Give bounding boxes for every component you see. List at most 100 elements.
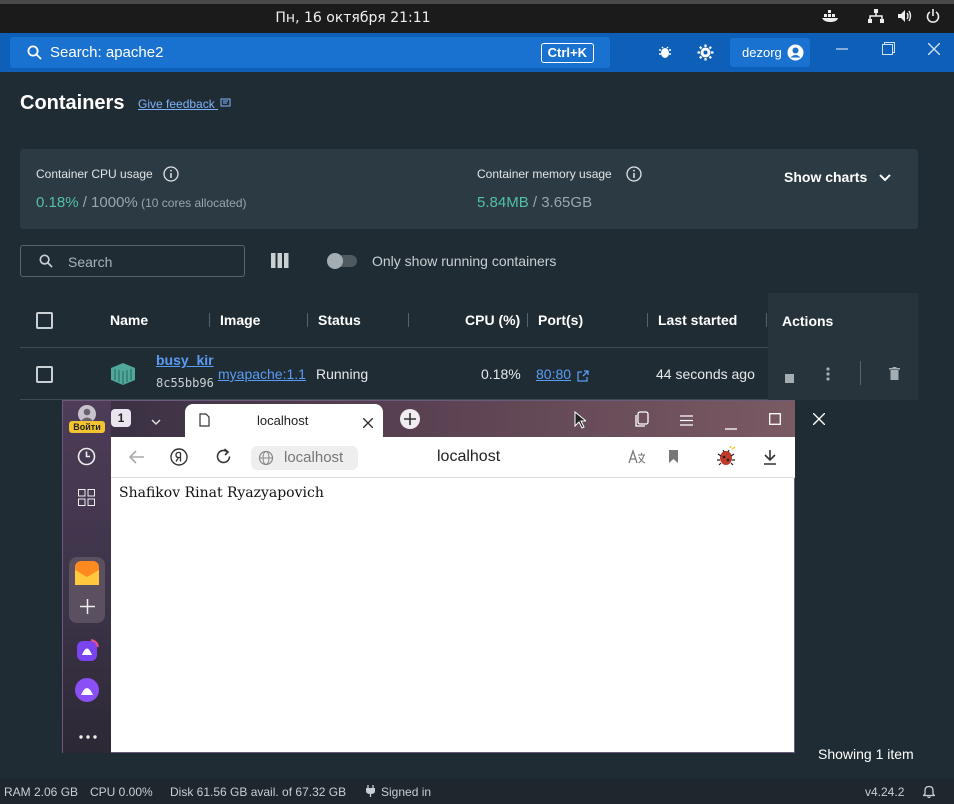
app-header: Search: apache2 Ctrl+K dezorg [0,33,954,72]
alice-assistant-icon[interactable] [74,677,100,708]
history-clock-icon[interactable] [77,447,96,471]
close-tab-icon[interactable] [362,415,374,433]
add-panel-icon[interactable] [80,599,95,619]
running-only-toggle[interactable] [327,253,357,269]
browser-minimize-icon[interactable] [725,417,737,435]
more-options-icon[interactable] [826,367,830,386]
bug-icon[interactable] [657,44,673,65]
apps-grid-icon[interactable] [78,489,95,511]
cpu-info-icon[interactable] [163,166,179,187]
translate-icon[interactable] [628,448,646,470]
new-tab-icon[interactable] [399,408,421,435]
column-divider [209,313,210,327]
column-header-last-started[interactable]: Last started [658,312,737,328]
stop-icon[interactable] [785,370,794,388]
last-started-value: 44 seconds ago [656,366,755,382]
table-header: Name Image Status CPU (%) Port(s) Last s… [20,293,918,348]
column-header-image[interactable]: Image [220,312,260,328]
memory-info-icon[interactable] [626,166,642,187]
tab-title: localhost [257,413,309,428]
address-page-title[interactable]: localhost [437,448,500,466]
give-feedback-link[interactable]: Give feedback [138,97,232,111]
power-icon[interactable] [926,9,940,26]
search-icon [39,254,53,273]
container-icon [110,362,136,391]
column-header-ports[interactable]: Port(s) [538,312,583,328]
reload-icon[interactable] [215,448,232,470]
select-all-checkbox[interactable] [36,312,53,329]
mail-app-icon[interactable] [75,561,99,590]
tab-localhost[interactable]: localhost [185,404,383,437]
plug-icon [366,785,375,800]
feedback-icon [220,98,231,107]
delete-trash-icon[interactable] [889,367,900,385]
browser-address-bar[interactable]: localhost localhost [111,437,795,478]
notification-bell-icon[interactable] [921,785,937,801]
image-link[interactable]: myapache:1.1 [218,366,306,382]
column-header-name[interactable]: Name [110,312,148,328]
account-avatar-icon [787,44,804,64]
tab-list-chevron-icon[interactable] [151,413,161,431]
site-host-pill[interactable]: localhost [251,446,358,470]
close-window-button[interactable] [927,42,941,60]
bookmark-icon[interactable] [668,449,679,469]
browser-window[interactable]: Войти 1 localhost localhost localhost Sh… [62,400,826,753]
ram-status: RAM 2.06 GB [4,785,79,799]
volume-icon[interactable] [897,9,913,26]
search-label: Search: apache2 [50,44,164,61]
yandex-home-icon[interactable] [170,448,188,471]
memory-usage-value: 5.84MB / 3.65GB [477,194,592,211]
show-charts-label: Show charts [784,169,868,185]
more-dots-icon[interactable] [79,726,97,744]
cpu-value: 0.18% [481,366,521,382]
external-link-icon[interactable] [577,369,589,387]
usage-stats-panel: Container CPU usage 0.18% / 1000% (10 co… [20,149,918,229]
login-badge[interactable]: Войти [69,421,105,433]
tab-count-badge[interactable]: 1 [111,409,131,427]
column-header-cpu[interactable]: CPU (%) [465,312,520,328]
show-charts-button[interactable]: Show charts [784,169,891,185]
cpu-usage-total: / 1000% [78,194,138,211]
global-search[interactable]: Search: apache2 Ctrl+K [10,37,610,68]
disk-status: Disk 61.56 GB avail. of 67.32 GB [170,785,347,799]
docker-tray-icon[interactable] [822,9,840,26]
web-page-content: Shafikov Rinat Ryazyapovich [119,485,324,501]
globe-icon [258,450,274,470]
collections-icon[interactable] [635,411,649,432]
toggle-knob [327,253,343,269]
column-divider [307,313,308,327]
port-link[interactable]: 80:80 [536,366,571,382]
container-search-input[interactable]: Search [20,245,245,277]
cpu-status: CPU 0.00% [90,785,153,799]
menu-hamburger-icon[interactable] [680,413,693,431]
page-title: Containers [20,92,125,114]
download-icon[interactable] [763,449,777,470]
shortcut-badge: Ctrl+K [540,43,594,63]
alice-app-icon[interactable] [75,639,99,668]
system-clock[interactable]: Пн, 16 октября 21:11 [0,10,706,26]
site-host: localhost [284,449,344,466]
status-text: Running [316,366,369,382]
table-row[interactable]: busy_kir 8c55bb96 myapache:1.1 Running 0… [20,348,918,400]
row-checkbox[interactable] [36,366,53,383]
memory-usage-total: / 3.65GB [528,194,593,211]
extension-bug-icon[interactable] [715,445,737,473]
browser-maximize-icon[interactable] [769,412,781,430]
column-header-status[interactable]: Status [318,312,361,328]
cpu-usage-percent: 0.18% [36,194,79,211]
user-account-button[interactable]: dezorg [730,38,810,67]
back-arrow-icon[interactable] [128,450,145,469]
browser-close-icon[interactable] [812,412,826,430]
minimize-window-button[interactable] [836,42,848,60]
columns-toggle-icon[interactable] [271,253,289,273]
page-document-icon [199,413,210,432]
column-divider [527,313,528,327]
maximize-window-button[interactable] [882,42,895,60]
column-divider [766,313,767,327]
settings-gear-icon[interactable] [697,44,714,66]
cpu-cores-note: (10 cores allocated) [137,196,247,210]
network-icon[interactable] [868,9,884,26]
container-id: 8c55bb96 [156,376,214,390]
container-name-link[interactable]: busy_kir [156,352,214,368]
search-placeholder: Search [68,254,113,270]
